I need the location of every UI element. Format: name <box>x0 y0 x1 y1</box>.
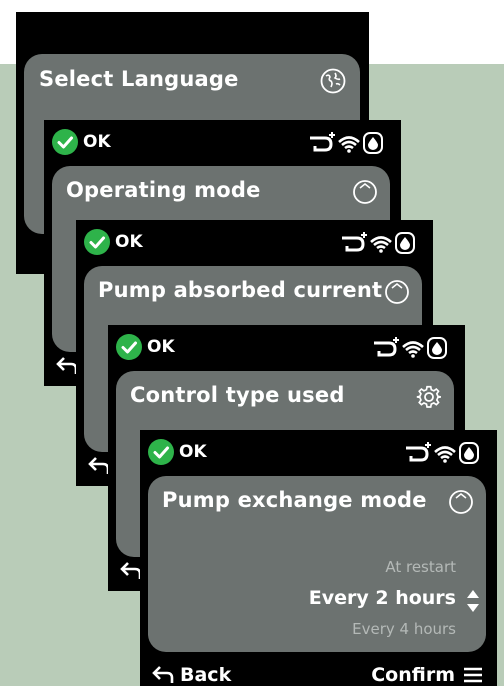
circle-icon <box>385 280 409 304</box>
card-title: Operating mode <box>66 178 261 202</box>
screen-pump-exchange-mode: OK Pump exchange mode At restart Every 2… <box>140 430 497 686</box>
pump-plus-icon <box>406 442 431 462</box>
ok-check-icon <box>116 334 142 360</box>
option-next[interactable]: Every 4 hours <box>352 620 456 638</box>
option-previous[interactable]: At restart <box>385 558 456 576</box>
up-down-arrows-icon[interactable] <box>466 588 480 614</box>
status-bar: OK <box>108 333 465 363</box>
circle-icon <box>353 180 377 204</box>
option-selected[interactable]: Every 2 hours <box>309 587 456 609</box>
ok-check-icon <box>148 439 174 465</box>
card-title: Pump absorbed current <box>98 278 383 302</box>
wifi-icon <box>338 136 360 153</box>
circle-icon <box>449 490 473 514</box>
water-drop-icon <box>427 337 447 359</box>
status-icons <box>342 232 415 254</box>
ok-check-icon <box>52 129 78 155</box>
pump-plus-icon <box>374 337 399 357</box>
confirm-label: Confirm <box>371 664 455 686</box>
status-icons <box>374 337 447 359</box>
card-title: Select Language <box>39 67 239 91</box>
menu-icon <box>464 667 482 683</box>
confirm-button[interactable]: Confirm <box>371 662 483 686</box>
ok-check-icon <box>84 229 110 255</box>
status-text: OK <box>83 132 111 152</box>
back-arrow-icon[interactable] <box>56 356 78 376</box>
wifi-icon <box>402 341 424 358</box>
pump-plus-icon <box>310 132 335 152</box>
water-drop-icon <box>363 132 383 154</box>
status-text: OK <box>115 232 143 252</box>
status-bar: OK <box>44 128 401 158</box>
wifi-icon <box>370 236 392 253</box>
back-label: Back <box>180 664 232 686</box>
status-bar: OK <box>140 438 497 468</box>
back-arrow-icon <box>152 666 174 683</box>
card-title: Pump exchange mode <box>162 488 427 512</box>
back-arrow-icon[interactable] <box>120 561 142 581</box>
status-bar: OK <box>76 228 433 258</box>
card-title: Control type used <box>130 383 345 407</box>
status-text: OK <box>179 442 207 462</box>
water-drop-icon <box>395 232 415 254</box>
back-arrow-icon[interactable] <box>88 456 110 476</box>
status-text: OK <box>147 337 175 357</box>
gear-icon <box>416 385 441 408</box>
menu-card[interactable]: Pump exchange mode At restart Every 2 ho… <box>148 476 486 652</box>
water-drop-icon <box>459 442 479 464</box>
status-icons <box>310 132 383 154</box>
globe-icon <box>320 68 346 94</box>
pump-plus-icon <box>342 232 367 252</box>
status-icons <box>406 442 479 464</box>
wifi-icon <box>434 446 456 463</box>
